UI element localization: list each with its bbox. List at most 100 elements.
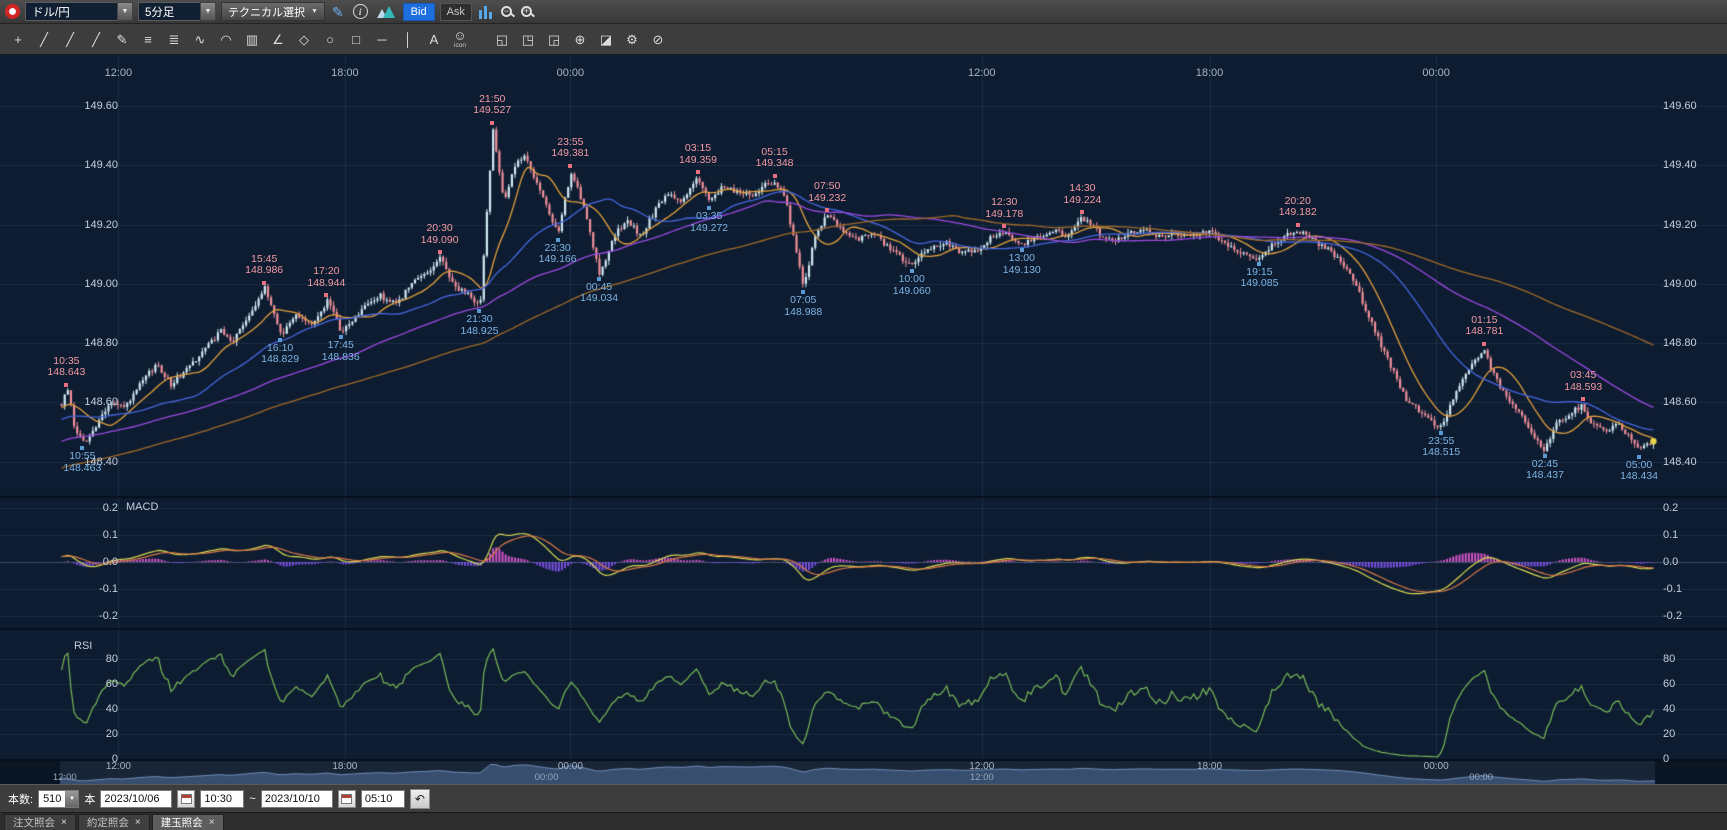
icon-stamp-tool[interactable]: ☺icon	[448, 27, 472, 51]
price-chart-canvas[interactable]	[0, 55, 1727, 784]
info-button[interactable]: i	[351, 2, 370, 22]
currency-pair-select[interactable]: ドル/円 ▼	[25, 2, 133, 21]
calendar-icon	[341, 794, 352, 804]
top-toolbar: ドル/円 ▼ 5分足 ▼ テクニカル選択 ▼ ✎ i Bid Ask − +	[0, 0, 1727, 24]
ellipse-tool[interactable]: ○	[318, 27, 342, 51]
send-backward-tool-icon: ◱	[496, 33, 508, 46]
polygon-tool-icon: ◇	[299, 33, 309, 46]
bring-forward-tool-icon: ◳	[522, 33, 534, 46]
timeframe-value: 5分足	[138, 2, 200, 21]
unlink-tool[interactable]: ⊘	[646, 27, 670, 51]
crosshair-tool[interactable]: +	[6, 27, 30, 51]
bar-count-select[interactable]: 510 ▼	[38, 790, 79, 808]
icon-stamp-tool-icon: ☺	[453, 29, 466, 42]
horizontal-segment-tool-icon: ─	[377, 33, 386, 46]
text-tool-icon: A	[430, 33, 439, 46]
time-from-input[interactable]	[200, 790, 244, 808]
bid-toggle[interactable]: Bid	[403, 3, 435, 21]
extended-line-tool[interactable]: ╱	[58, 27, 82, 51]
fibonacci-fan-tool-icon: ∿	[195, 33, 206, 46]
vertical-grid-tool[interactable]: ▥	[240, 27, 264, 51]
range-separator: ~	[249, 793, 255, 805]
technical-select-button[interactable]: テクニカル選択 ▼	[221, 2, 325, 21]
zoom-in-button[interactable]: +	[519, 2, 534, 22]
trendline-tool-icon: ╱	[40, 33, 48, 46]
polygon-tool[interactable]: ◇	[292, 27, 316, 51]
drawing-toolbar: + ╱ ╱ ╱ ✎ ≡ ≣ ∿ ◠ ▥ ∠ ◇ ○ □ ─ │ A ☺icon ◱ ◳ ◲ ⊕ ◪ ⚙ ⊘	[0, 24, 1727, 55]
rectangle-tool-icon: □	[352, 33, 360, 46]
vertical-segment-tool[interactable]: │	[396, 27, 420, 51]
currency-pair-value: ドル/円	[25, 2, 117, 21]
candlestick-icon	[479, 5, 492, 19]
eraser-tool[interactable]: ◪	[594, 27, 618, 51]
object-settings-tool-icon: ⚙	[626, 33, 638, 46]
bring-forward-tool[interactable]: ◳	[516, 27, 540, 51]
mountain-chart-icon	[377, 5, 396, 19]
area-chart-button[interactable]	[375, 2, 398, 22]
chevron-down-icon[interactable]: ▼	[200, 2, 216, 21]
app-logo-icon	[5, 4, 20, 19]
bottom-tab-bar: 注文照会×約定照会×建玉照会×	[0, 812, 1727, 830]
duplicate-object-tool[interactable]: ◲	[542, 27, 566, 51]
chevron-down-icon[interactable]: ▼	[65, 791, 78, 807]
fibonacci-retracement-tool-icon: ≣	[169, 33, 180, 46]
tool-caption: icon	[454, 43, 466, 50]
undo-button[interactable]: ↶	[410, 789, 430, 809]
ray-line-tool[interactable]: ╱	[84, 27, 108, 51]
date-to-input[interactable]	[261, 790, 333, 808]
bottom-tab[interactable]: 建玉照会×	[152, 814, 224, 830]
timeframe-select[interactable]: 5分足 ▼	[138, 2, 216, 21]
tab-close-icon[interactable]: ×	[135, 817, 141, 828]
time-to-input[interactable]	[361, 790, 405, 808]
toolbar-separator	[474, 39, 488, 40]
info-icon: i	[353, 4, 368, 19]
duplicate-object-tool-icon: ◲	[548, 33, 560, 46]
calendar-icon	[181, 794, 192, 804]
horizontal-lines-tool-icon: ≡	[144, 33, 152, 46]
chevron-down-icon[interactable]: ▼	[117, 2, 133, 21]
vertical-segment-tool-icon: │	[404, 33, 412, 46]
zoom-out-button[interactable]: −	[499, 2, 514, 22]
horizontal-lines-tool[interactable]: ≡	[136, 27, 160, 51]
zoom-in-icon: +	[521, 6, 532, 17]
date-from-input[interactable]	[100, 790, 172, 808]
tab-close-icon[interactable]: ×	[209, 817, 215, 828]
technical-select-label: テクニカル選択	[228, 4, 305, 20]
ask-toggle[interactable]: Ask	[440, 3, 472, 21]
fibonacci-arc-tool-icon: ◠	[220, 33, 231, 46]
draw-mode-button[interactable]: ✎	[330, 2, 346, 22]
bottom-tab[interactable]: 約定照会 ×	[78, 814, 150, 830]
candlestick-chart-button[interactable]	[477, 2, 494, 22]
bar-count-value: 510	[39, 793, 65, 805]
send-backward-tool[interactable]: ◱	[490, 27, 514, 51]
zoom-area-tool[interactable]: ⊕	[568, 27, 592, 51]
undo-icon: ↶	[415, 792, 425, 806]
calendar-to-button[interactable]	[338, 790, 356, 808]
text-tool[interactable]: A	[422, 27, 446, 51]
tab-close-icon[interactable]: ×	[61, 817, 67, 828]
rectangle-tool[interactable]: □	[344, 27, 368, 51]
chart-region: 12:0018:0000:0012:0018:0000:0012:0018:00…	[0, 55, 1727, 784]
unlink-tool-icon: ⊘	[653, 33, 664, 46]
ellipse-tool-icon: ○	[326, 33, 334, 46]
object-settings-tool[interactable]: ⚙	[620, 27, 644, 51]
vertical-grid-tool-icon: ▥	[246, 33, 258, 46]
zoom-out-icon: −	[501, 6, 512, 17]
extended-line-tool-icon: ╱	[66, 33, 74, 46]
freehand-pencil-tool-icon: ✎	[117, 33, 128, 46]
eraser-tool-icon: ◪	[600, 33, 612, 46]
fibonacci-retracement-tool[interactable]: ≣	[162, 27, 186, 51]
tab-label: 約定照会	[87, 815, 129, 830]
freehand-pencil-tool[interactable]: ✎	[110, 27, 134, 51]
bottom-tab[interactable]: 注文照会 ×	[4, 814, 76, 830]
bar-count-unit: 本	[84, 791, 95, 807]
ray-line-tool-icon: ╱	[92, 33, 100, 46]
fibonacci-arc-tool[interactable]: ◠	[214, 27, 238, 51]
fibonacci-fan-tool[interactable]: ∿	[188, 27, 212, 51]
chevron-down-icon: ▼	[311, 8, 318, 15]
trendline-tool[interactable]: ╱	[32, 27, 56, 51]
horizontal-segment-tool[interactable]: ─	[370, 27, 394, 51]
tab-label: 注文照会	[13, 815, 55, 830]
gann-angle-tool[interactable]: ∠	[266, 27, 290, 51]
calendar-from-button[interactable]	[177, 790, 195, 808]
